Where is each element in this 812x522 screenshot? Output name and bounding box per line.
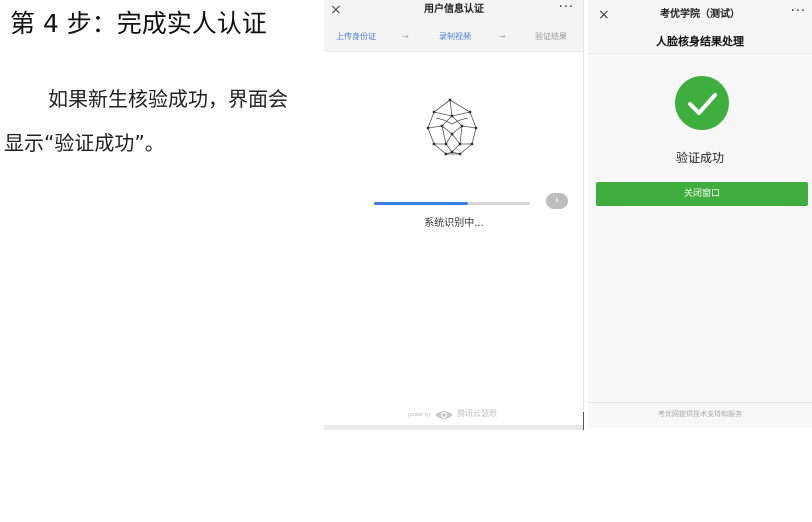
step-verify-result: 验证结果 [535,32,567,41]
page-title: 考优学院（测试） [660,9,740,20]
document-text: 第 4 步：完成实人认证 如果新生核验成功，界面会 显示“验证成功”。 [0,0,320,522]
next-button[interactable]: › [546,193,568,209]
step-heading: 第 4 步：完成实人认证 [10,9,267,38]
recognition-status: 系统识别中... [424,218,484,229]
step-arrow-icon: → [499,32,506,41]
recognition-screen: × 用户信息认证 ··· 上传身份证 → 录制视频 → 验证结果 › 系统识别中… [324,0,584,430]
eye-logo-icon [435,411,453,419]
more-icon[interactable]: ··· [559,0,574,16]
close-window-button[interactable]: 关闭窗口 [596,182,808,206]
nav-bar: × 考优学院（测试） ··· [588,0,812,30]
powered-by-label: power by [408,412,432,418]
step-upload-id: 上传身份证 [336,32,376,41]
step-record-video: 录制视频 [439,32,471,41]
paragraph-line-2: 显示“验证成功”。 [4,131,165,155]
paragraph-line-1: 如果新生核验成功，界面会 [48,87,288,111]
face-mesh-icon [426,98,478,156]
progress-fill [374,202,468,205]
more-icon[interactable]: ··· [791,4,806,20]
result-screen: × 考优学院（测试） ··· 人脸核身结果处理 验证成功 关闭窗口 考优网提供技… [588,0,812,428]
step-indicator: 上传身份证 → 录制视频 → 验证结果 [324,22,583,52]
success-check-icon [675,76,729,130]
support-footer: 考优网提供技术支持和服务 [588,402,812,424]
brand-name: 腾讯云慧眼 [457,409,497,418]
nav-bar: × 用户信息认证 ··· [324,0,583,22]
page-subtitle: 人脸核身结果处理 [588,30,812,54]
bottom-bar [324,425,583,430]
success-message: 验证成功 [675,151,724,165]
page-title: 用户信息认证 [424,4,484,15]
step-arrow-icon: → [402,32,409,41]
recognition-progress-bar [374,202,530,205]
screen-divider [583,412,584,430]
